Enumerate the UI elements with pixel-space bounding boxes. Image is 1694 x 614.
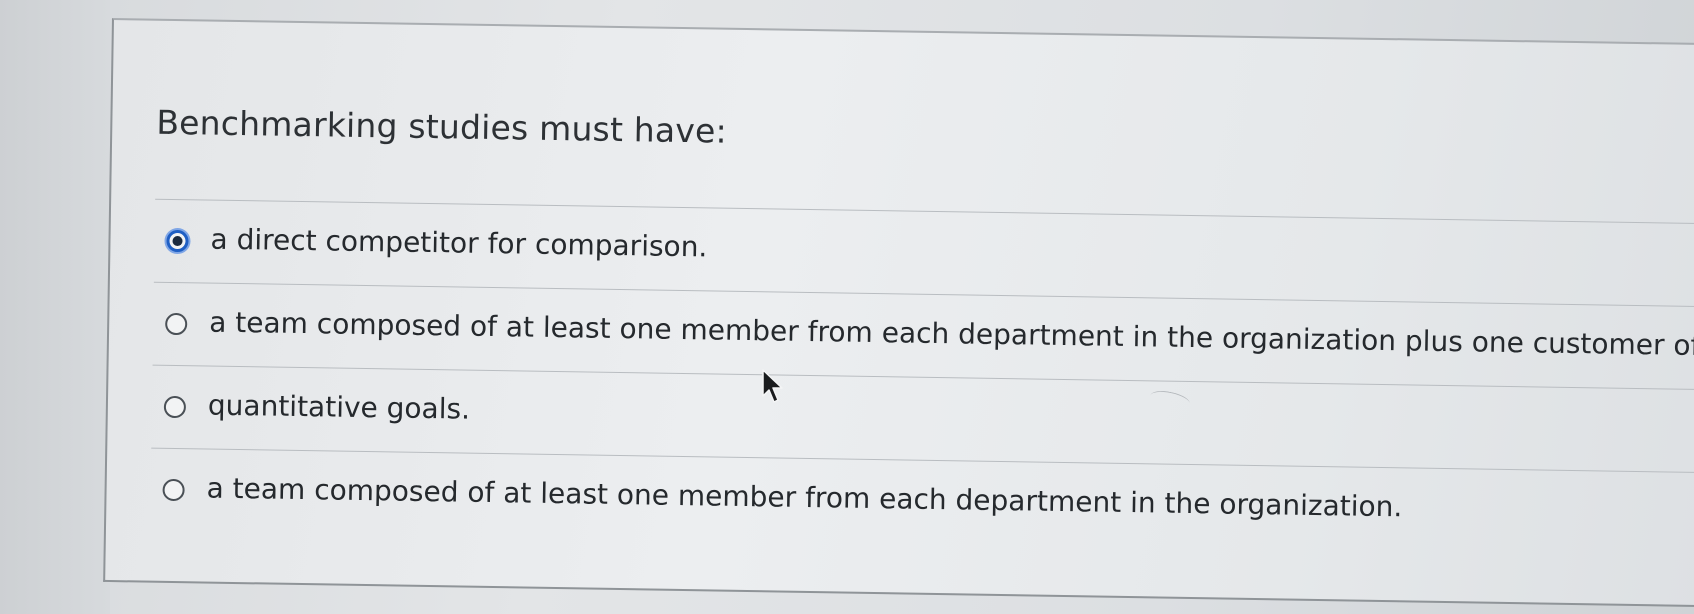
answer-option-label: a team composed of at least one member f… xyxy=(206,471,1403,524)
radio-button[interactable] xyxy=(165,312,188,336)
answer-option-label: quantitative goals. xyxy=(207,388,471,426)
answer-option-label: a team composed of at least one member f… xyxy=(208,305,1694,362)
radio-button[interactable] xyxy=(162,478,185,502)
radio-button[interactable] xyxy=(163,395,187,419)
arrow-cursor-icon xyxy=(762,369,783,403)
question-panel: Benchmarking studies must have: a direct… xyxy=(103,18,1694,608)
page-background-left xyxy=(0,0,110,614)
question-text: Benchmarking studies must have: xyxy=(156,102,728,151)
answer-options: a direct competitor for comparison. a te… xyxy=(149,198,1694,556)
radio-button-selected[interactable] xyxy=(166,229,189,253)
answer-option-label: a direct competitor for comparison. xyxy=(210,222,708,264)
